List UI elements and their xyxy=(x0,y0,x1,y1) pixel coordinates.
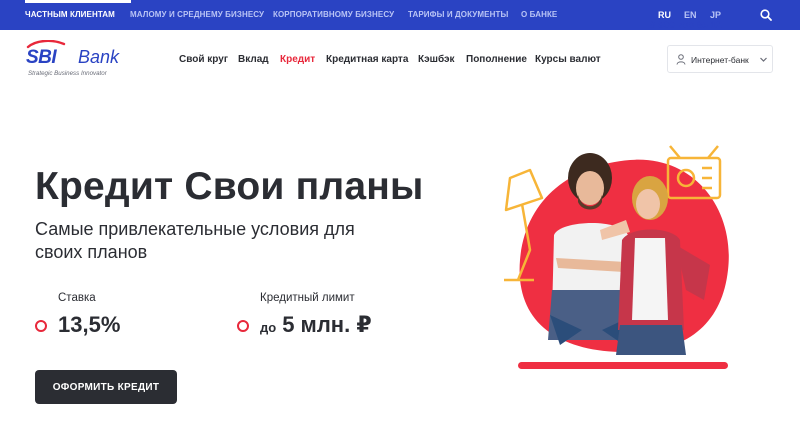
logo-bank: Bank xyxy=(78,47,120,67)
internet-bank-button[interactable]: Интернет-банк xyxy=(667,45,773,73)
rate-label: Ставка xyxy=(58,292,96,304)
nav-top-up[interactable]: Пополнение xyxy=(466,54,527,65)
limit-label: Кредитный лимит xyxy=(260,292,355,304)
lang-en[interactable]: EN xyxy=(684,10,697,20)
limit-value: до 5 млн. ₽ xyxy=(260,312,372,338)
top-nav-private-clients[interactable]: ЧАСТНЫМ КЛИЕНТАМ xyxy=(25,10,115,19)
user-icon xyxy=(676,54,686,65)
rate-value-text: 13,5% xyxy=(58,312,121,337)
page-title: Кредит Свои планы xyxy=(35,165,424,208)
nav-credit[interactable]: Кредит xyxy=(280,54,315,65)
top-nav-small-business[interactable]: МАЛОМУ И СРЕДНЕМУ БИЗНЕСУ xyxy=(130,10,264,19)
rate-bullet-icon xyxy=(35,320,47,332)
internet-bank-label: Интернет-банк xyxy=(691,55,749,65)
lang-ru[interactable]: RU xyxy=(658,10,671,20)
lang-jp[interactable]: JP xyxy=(710,10,721,20)
search-icon[interactable] xyxy=(760,9,772,21)
top-nav-corporate[interactable]: КОРПОРАТИВНОМУ БИЗНЕСУ xyxy=(273,10,394,19)
active-tab-indicator xyxy=(25,0,131,3)
logo-tagline: Strategic Business Innovator xyxy=(28,70,107,77)
nav-exchange-rates[interactable]: Курсы валют xyxy=(535,54,601,65)
nav-credit-card[interactable]: Кредитная карта xyxy=(326,54,408,65)
rate-value: 13,5% xyxy=(58,312,120,338)
hero-subtitle: Самые привлекательные условия для своих … xyxy=(35,219,355,262)
limit-bullet-icon xyxy=(237,320,249,332)
phone-number[interactable]: 8 800 700 65 12 xyxy=(650,20,722,31)
hero-couple-illustration xyxy=(504,145,729,369)
top-nav-tariffs[interactable]: ТАРИФЫ И ДОКУМЕНТЫ xyxy=(408,10,508,19)
nav-svoi-krug[interactable]: Свой круг xyxy=(179,54,228,65)
apply-credit-button[interactable]: ОФОРМИТЬ КРЕДИТ xyxy=(35,370,177,404)
logo-brand: SBI xyxy=(26,47,57,68)
limit-prefix: до xyxy=(260,320,277,335)
sbi-bank-logo[interactable]: SBI Bank Strategic Business Innovator xyxy=(26,40,126,82)
chevron-down-icon xyxy=(760,57,767,62)
limit-value-text: 5 млн. ₽ xyxy=(282,312,372,337)
top-nav-about[interactable]: О БАНКЕ xyxy=(521,10,557,19)
nav-cashback[interactable]: Кэшбэк xyxy=(418,54,455,65)
nav-deposit[interactable]: Вклад xyxy=(238,54,269,65)
